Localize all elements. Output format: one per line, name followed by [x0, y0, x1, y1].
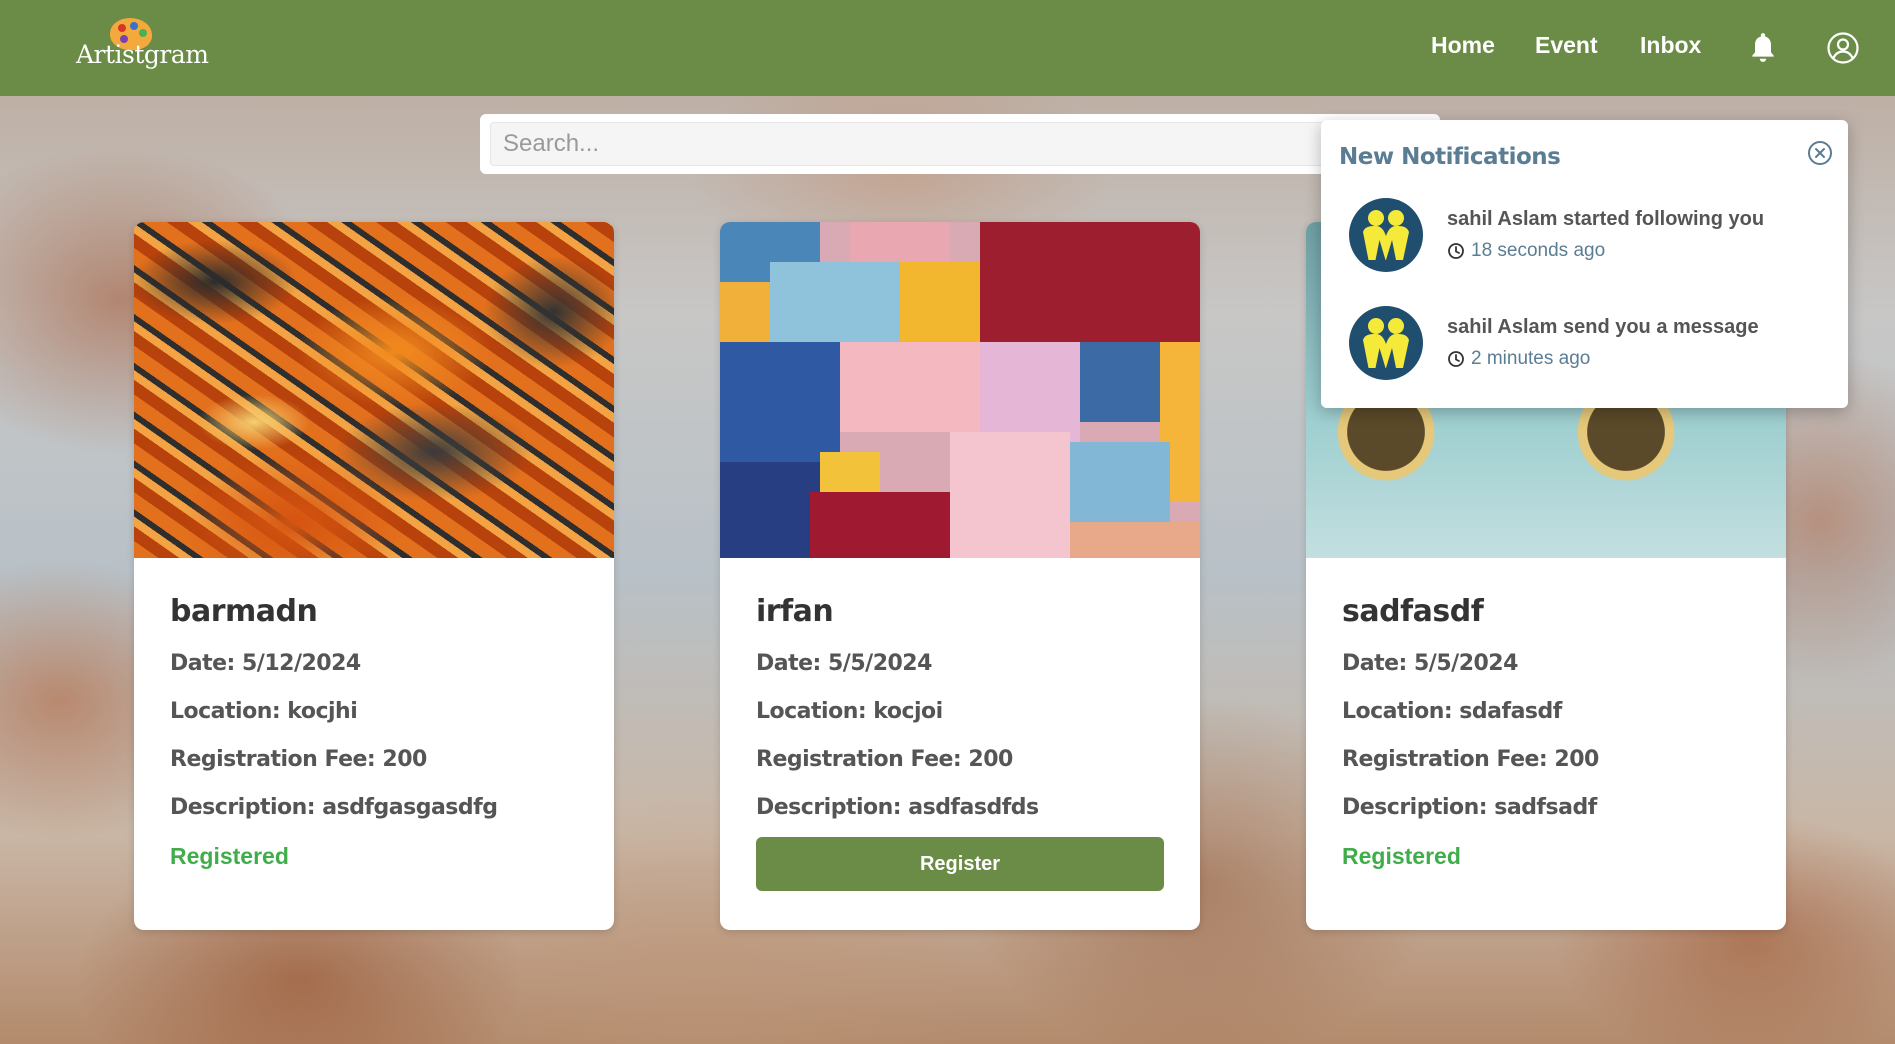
notification-time-text: 2 minutes ago	[1471, 348, 1591, 369]
notification-item[interactable]: sahil Aslam send you a message 2 minutes…	[1349, 306, 1829, 386]
event-date: Date: 5/5/2024	[1342, 651, 1518, 676]
event-image	[134, 222, 614, 558]
close-icon[interactable]	[1807, 140, 1833, 166]
event-description: Description: asdfgasgasdfg	[170, 795, 498, 820]
avatar	[1349, 306, 1423, 380]
event-fee: Registration Fee: 200	[1342, 747, 1599, 772]
brand-name: Artistgram	[76, 40, 209, 69]
nav-inbox-link[interactable]: Inbox	[1640, 32, 1701, 59]
avatar	[1349, 198, 1423, 272]
notification-item[interactable]: sahil Aslam started following you 18 sec…	[1349, 198, 1829, 278]
event-title: irfan	[756, 594, 834, 629]
event-fee: Registration Fee: 200	[756, 747, 1013, 772]
top-navbar: Artistgram Home Event Inbox	[0, 0, 1895, 96]
nav-home-link[interactable]: Home	[1431, 32, 1495, 59]
search-input[interactable]	[490, 122, 1430, 166]
event-location: Location: sdafasdf	[1342, 699, 1562, 724]
event-date: Date: 5/12/2024	[170, 651, 361, 676]
event-title: barmadn	[170, 594, 318, 629]
event-date: Date: 5/5/2024	[756, 651, 932, 676]
event-location: Location: kocjoi	[756, 699, 943, 724]
event-fee: Registration Fee: 200	[170, 747, 427, 772]
notifications-title: New Notifications	[1339, 144, 1561, 170]
registered-status: Registered	[170, 843, 289, 869]
profile-icon[interactable]	[1827, 32, 1859, 64]
event-card: barmadn Date: 5/12/2024 Location: kocjhi…	[134, 222, 614, 930]
brand-logo[interactable]: Artistgram	[76, 18, 209, 78]
event-title: sadfasdf	[1342, 594, 1484, 629]
nav-event-link[interactable]: Event	[1535, 32, 1598, 59]
event-description: Description: asdfasdfds	[756, 795, 1039, 820]
notification-time-text: 18 seconds ago	[1471, 240, 1606, 261]
register-button[interactable]: Register	[756, 837, 1164, 891]
notification-text: sahil Aslam started following you	[1447, 208, 1765, 230]
clock-icon	[1448, 243, 1464, 259]
notification-time: 18 seconds ago	[1447, 240, 1605, 262]
bell-icon[interactable]	[1750, 31, 1776, 63]
event-card: irfan Date: 5/5/2024 Location: kocjoi Re…	[720, 222, 1200, 930]
search-bar	[480, 114, 1440, 174]
notifications-panel: New Notifications sahil Aslam started fo…	[1321, 120, 1848, 408]
notification-time: 2 minutes ago	[1447, 348, 1590, 370]
event-image	[720, 222, 1200, 558]
event-description: Description: sadfsadf	[1342, 795, 1597, 820]
registered-status: Registered	[1342, 843, 1461, 869]
notification-text: sahil Aslam send you a message	[1447, 316, 1759, 338]
event-location: Location: kocjhi	[170, 699, 358, 724]
clock-icon	[1448, 351, 1464, 367]
